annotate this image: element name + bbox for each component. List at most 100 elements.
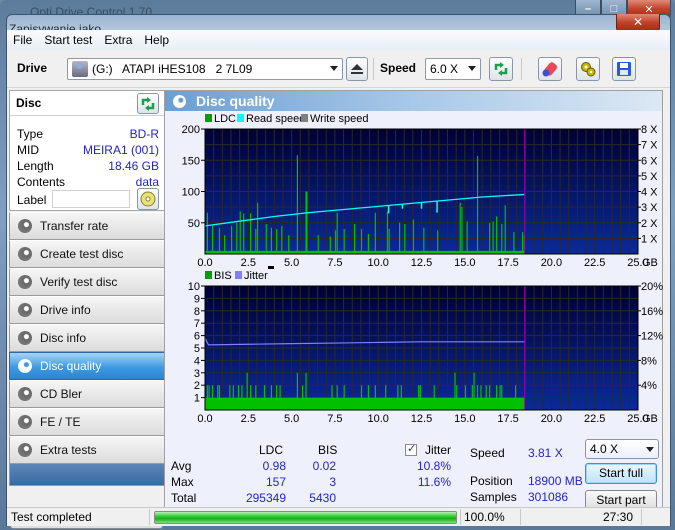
speed-select[interactable]: 6.0 X bbox=[425, 58, 481, 80]
save-button[interactable] bbox=[612, 57, 636, 81]
y-tick-label: 5 bbox=[194, 343, 200, 355]
bis-bar bbox=[206, 385, 208, 410]
nav-disc-info[interactable]: Disc info bbox=[9, 324, 165, 352]
x-tick-label: 17.5 bbox=[497, 413, 518, 425]
ldc-bar bbox=[329, 236, 331, 254]
ldc-bar bbox=[461, 207, 463, 254]
start-full-button[interactable]: Start full bbox=[585, 463, 657, 484]
ldc-bar bbox=[236, 222, 238, 254]
drive-label: Drive bbox=[17, 61, 48, 75]
bis-bar bbox=[473, 372, 475, 410]
refresh-icon bbox=[494, 62, 508, 76]
x-tick-label: 7.5 bbox=[327, 413, 342, 425]
y2-tick-label: 4 X bbox=[641, 187, 658, 199]
app-body: File Start test Extra Help Drive (G:) AT… bbox=[7, 30, 670, 529]
bis-bar bbox=[471, 385, 473, 410]
bis-bar bbox=[246, 372, 248, 410]
disc-contents-label: Contents bbox=[17, 175, 66, 189]
disc-test-icon bbox=[18, 331, 32, 345]
x-tick-label: 12.5 bbox=[411, 413, 432, 425]
nav-create-test-disc[interactable]: Create test disc bbox=[9, 240, 165, 268]
stats-avg-ldc: 0.98 bbox=[262, 459, 286, 473]
x-tick-label: 22.5 bbox=[584, 257, 605, 269]
progress-text: 100.0% bbox=[464, 510, 505, 524]
menu-help[interactable]: Help bbox=[144, 33, 169, 47]
erase-button[interactable] bbox=[538, 57, 562, 81]
y-tick-label: 1 bbox=[194, 393, 200, 405]
ldc-bar bbox=[388, 229, 390, 254]
cd-icon bbox=[140, 191, 156, 207]
legend-bis: BIS bbox=[214, 270, 232, 282]
ldc-bar bbox=[404, 224, 406, 254]
legend-swatch-write-speed bbox=[301, 114, 308, 122]
disc-mid-row: MID MEIRA1 (001) bbox=[17, 143, 159, 157]
bis-baseline bbox=[205, 397, 525, 410]
progress-fill bbox=[155, 512, 456, 523]
ldc-bar bbox=[386, 211, 389, 254]
nav-fe-te[interactable]: FE / TE bbox=[9, 408, 165, 436]
eject-button[interactable] bbox=[346, 57, 368, 81]
x-tick-label: 10.0 bbox=[367, 413, 388, 425]
bis-bar bbox=[515, 385, 517, 410]
status-divider bbox=[460, 509, 461, 525]
test-speed-select[interactable]: 4.0 X bbox=[585, 439, 659, 459]
app-window: Zapisywanie jako ✕ File Start test Extra… bbox=[6, 14, 671, 529]
settings-button[interactable] bbox=[576, 57, 600, 81]
ldc-bar bbox=[255, 229, 257, 254]
elapsed-time: 27:30 bbox=[602, 510, 633, 524]
menu-file[interactable]: File bbox=[13, 33, 32, 47]
disc-label-button[interactable] bbox=[137, 188, 159, 210]
jitter-checkbox[interactable] bbox=[405, 442, 417, 456]
drive-select[interactable]: (G:) ATAPI iHES108 2 7L09 bbox=[67, 58, 343, 80]
ldc-bar bbox=[504, 205, 506, 254]
y-tick-label: 200 bbox=[182, 124, 200, 136]
legend-swatch-ldc bbox=[205, 114, 212, 122]
bis-bar bbox=[489, 385, 491, 410]
gears-icon bbox=[581, 62, 596, 77]
x-tick-label: 22.5 bbox=[584, 413, 605, 425]
bis-bar bbox=[385, 385, 387, 410]
disc-test-icon bbox=[18, 387, 32, 401]
stats-max-jitter: 11.6% bbox=[417, 475, 451, 489]
disc-length-row: Length 18.46 GB bbox=[17, 159, 159, 173]
disc-test-icon bbox=[18, 247, 32, 261]
legend-write-speed: Write speed bbox=[310, 113, 369, 125]
ldc-bar bbox=[296, 155, 298, 254]
toolbar-separator bbox=[521, 58, 522, 80]
nav-verify-test-disc[interactable]: Verify test disc bbox=[9, 268, 165, 296]
disc-test-icon bbox=[18, 219, 32, 233]
ldc-bar bbox=[256, 202, 259, 254]
bis-bar bbox=[263, 385, 266, 410]
stats-total-label: Total bbox=[171, 491, 197, 505]
bis-bar bbox=[218, 385, 221, 410]
nav-transfer-rate[interactable]: Transfer rate bbox=[9, 212, 165, 240]
x-tick-label: 12.5 bbox=[411, 257, 432, 269]
bis-bar bbox=[217, 385, 219, 410]
nav-cd-bler[interactable]: CD Bler bbox=[9, 380, 165, 408]
speed-label: Speed bbox=[380, 61, 417, 75]
bis-bar bbox=[276, 385, 278, 410]
bis-bar bbox=[418, 385, 420, 410]
toolbar: Drive (G:) ATAPI iHES108 2 7L09 Speed 6.… bbox=[7, 50, 670, 88]
disc-label-input[interactable] bbox=[52, 190, 130, 208]
nav-disc-quality[interactable]: Disc quality bbox=[9, 352, 165, 380]
nav-drive-info[interactable]: Drive info bbox=[9, 296, 165, 324]
x-tick-label: 17.5 bbox=[497, 257, 518, 269]
nav-label: Disc info bbox=[40, 331, 87, 345]
refresh-drive-button[interactable] bbox=[489, 57, 513, 81]
legend-swatch-jitter bbox=[235, 271, 242, 279]
y-tick-label: 9 bbox=[194, 293, 200, 305]
menu-extra[interactable]: Extra bbox=[104, 33, 132, 47]
chevron-down-icon bbox=[330, 66, 338, 71]
menu-start-test[interactable]: Start test bbox=[44, 33, 92, 47]
refresh-disc-button[interactable] bbox=[137, 93, 159, 114]
status-text: Test completed bbox=[11, 510, 92, 524]
disc-type-value: BD-R bbox=[129, 127, 159, 141]
nav-extra-tests[interactable]: Extra tests bbox=[9, 436, 165, 464]
disc-mid-value: MEIRA1 (001) bbox=[82, 143, 159, 157]
ldc-bar bbox=[343, 229, 345, 254]
samples-value: 301086 bbox=[528, 490, 569, 504]
stats-avg-jitter: 10.8% bbox=[416, 459, 451, 473]
top-legend: LDC Read speed Write speed bbox=[205, 113, 369, 125]
legend-jitter: Jitter bbox=[244, 270, 268, 282]
